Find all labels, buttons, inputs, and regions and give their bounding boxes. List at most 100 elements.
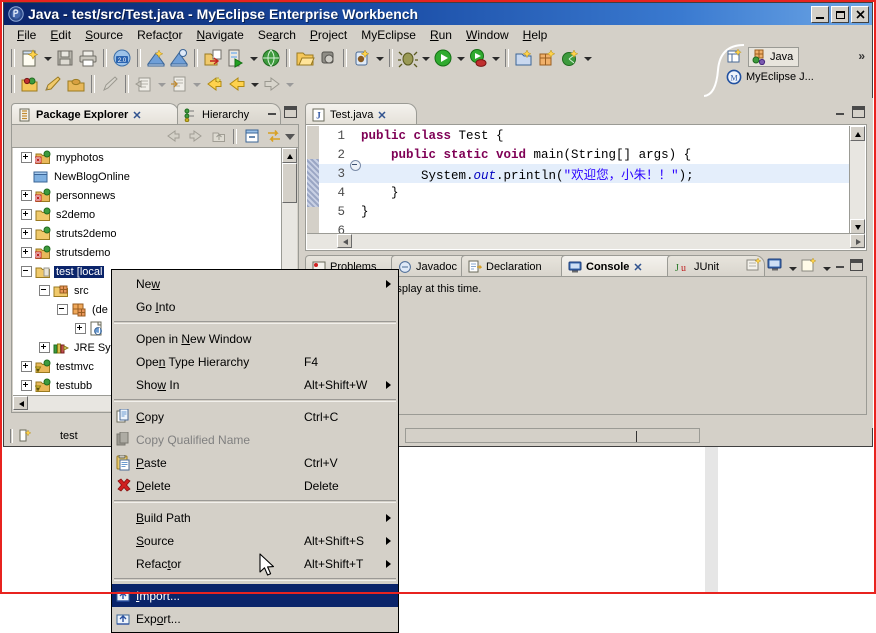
new-class-icon[interactable] xyxy=(536,47,558,69)
maximize-icon[interactable] xyxy=(852,106,865,118)
display-console-icon[interactable] xyxy=(766,257,784,273)
dropdown-arrow[interactable] xyxy=(821,257,831,273)
close-icon[interactable]: ✕ xyxy=(633,261,642,274)
scroll-up-button[interactable] xyxy=(850,126,865,141)
dropdown-arrow[interactable] xyxy=(787,257,797,273)
forward-icon[interactable] xyxy=(261,73,283,95)
open-perspective-icon[interactable] xyxy=(726,48,744,66)
menu-item-new[interactable]: New xyxy=(112,272,398,295)
dropdown-arrow[interactable] xyxy=(420,47,431,69)
scroll-left-button[interactable] xyxy=(337,234,352,248)
run-icon[interactable] xyxy=(432,47,454,69)
scroll-up-button[interactable] xyxy=(282,148,297,163)
close-button[interactable] xyxy=(851,6,869,23)
back-icon[interactable] xyxy=(226,73,248,95)
scroll-right-button[interactable] xyxy=(850,234,865,248)
menu-file[interactable]: File xyxy=(10,27,43,43)
toggle-mark-icon[interactable] xyxy=(168,73,190,95)
save-icon[interactable] xyxy=(54,47,76,69)
next-annotation-icon[interactable] xyxy=(203,73,225,95)
annotation-icon[interactable] xyxy=(133,73,155,95)
expander-plus-icon[interactable] xyxy=(39,342,50,353)
menu-refactor[interactable]: Refactor xyxy=(130,27,189,43)
menu-item-paste[interactable]: Paste Ctrl+V xyxy=(112,451,398,474)
tree-row-strutsdemo[interactable]: strutsdemo xyxy=(13,243,297,262)
expander-plus-icon[interactable] xyxy=(21,361,32,372)
menu-run[interactable]: Run xyxy=(423,27,459,43)
minimize-icon[interactable] xyxy=(834,106,847,118)
menu-item-open-in-new-window[interactable]: Open in New Window xyxy=(112,327,398,350)
menu-project[interactable]: Project xyxy=(303,27,354,43)
tab-test-java[interactable]: J Test.java ✕ xyxy=(305,103,417,126)
expander-minus-icon[interactable] xyxy=(57,304,68,315)
tree-row-myphotos[interactable]: myphotos xyxy=(13,148,297,167)
pen-icon[interactable] xyxy=(99,73,121,95)
dropdown-arrow[interactable] xyxy=(156,73,167,95)
toolbar-overflow-chevron[interactable]: » xyxy=(858,49,865,63)
editor-horizontal-scrollbar[interactable] xyxy=(307,233,865,249)
expander-plus-icon[interactable] xyxy=(21,228,32,239)
expander-plus-icon[interactable] xyxy=(75,323,86,334)
dropdown-arrow[interactable] xyxy=(42,47,53,69)
forward-icon[interactable] xyxy=(187,127,205,145)
view-menu-icon[interactable] xyxy=(284,127,296,145)
new-deployment-icon[interactable] xyxy=(145,47,167,69)
close-icon[interactable]: ✕ xyxy=(132,109,141,122)
debug-icon[interactable] xyxy=(397,47,419,69)
scroll-left-button[interactable] xyxy=(13,396,28,410)
tree-row-personnews[interactable]: personnews xyxy=(13,186,297,205)
manage-deployments-icon[interactable] xyxy=(168,47,190,69)
tree-row-newblogonline[interactable]: NewBlogOnline xyxy=(13,167,297,186)
expander-plus-icon[interactable] xyxy=(21,209,32,220)
open-folder-icon[interactable] xyxy=(19,73,41,95)
menu-item-copy[interactable]: Copy Ctrl+C xyxy=(112,405,398,428)
export-project-icon[interactable] xyxy=(202,47,224,69)
menu-item-export[interactable]: Export... xyxy=(112,607,398,630)
menu-item-import[interactable]: Import... xyxy=(112,584,398,607)
print-icon[interactable] xyxy=(77,47,99,69)
dropdown-arrow[interactable] xyxy=(490,47,501,69)
dropdown-arrow[interactable] xyxy=(284,73,295,95)
minimize-icon[interactable] xyxy=(834,259,847,271)
menu-item-show-in[interactable]: Show In Alt+Shift+W xyxy=(112,373,398,396)
menu-myeclipse[interactable]: MyEclipse xyxy=(354,27,423,43)
open-browser-icon[interactable] xyxy=(260,47,282,69)
open-console-icon[interactable] xyxy=(800,257,818,273)
menu-item-go-into[interactable]: Go Into xyxy=(112,295,398,318)
expander-plus-icon[interactable] xyxy=(21,247,32,258)
perspective-row-other[interactable]: M MyEclipse J... xyxy=(726,69,814,85)
run-server-icon[interactable] xyxy=(225,47,247,69)
dropdown-arrow[interactable] xyxy=(191,73,202,95)
menu-item-refactor[interactable]: Refactor Alt+Shift+T xyxy=(112,552,398,575)
maximize-icon[interactable] xyxy=(284,106,297,118)
link-with-editor-icon[interactable] xyxy=(265,127,283,145)
perspective-java-button[interactable]: Java xyxy=(748,47,800,67)
open-resource-icon[interactable] xyxy=(513,47,535,69)
package-icon[interactable] xyxy=(65,73,87,95)
scroll-thumb[interactable] xyxy=(282,163,297,203)
minimize-button[interactable] xyxy=(811,6,829,23)
expander-plus-icon[interactable] xyxy=(21,190,32,201)
editor-source-text[interactable]: 1 public class Test { 2 public static vo… xyxy=(319,126,850,234)
web20-icon[interactable]: 2.0 xyxy=(111,47,133,69)
back-icon[interactable] xyxy=(164,127,182,145)
dropdown-arrow[interactable] xyxy=(248,47,259,69)
menu-edit[interactable]: Edit xyxy=(43,27,78,43)
dropdown-arrow[interactable] xyxy=(582,47,593,69)
scroll-down-button[interactable] xyxy=(850,219,865,234)
menu-item-open-type-hierarchy[interactable]: Open Type Hierarchy F4 xyxy=(112,350,398,373)
expander-plus-icon[interactable] xyxy=(21,152,32,163)
expander-plus-icon[interactable] xyxy=(21,380,32,391)
tab-package-explorer[interactable]: Package Explorer ✕ xyxy=(11,103,179,126)
dropdown-arrow[interactable] xyxy=(374,47,385,69)
expander-minus-icon[interactable] xyxy=(39,285,50,296)
up-icon[interactable] xyxy=(210,127,228,145)
new-wizard-icon[interactable] xyxy=(19,47,41,69)
menu-navigate[interactable]: Navigate xyxy=(189,27,250,43)
editor-vertical-scrollbar[interactable] xyxy=(849,126,865,234)
edit-icon[interactable] xyxy=(42,73,64,95)
new-package-icon[interactable] xyxy=(559,47,581,69)
menu-item-delete[interactable]: Delete Delete xyxy=(112,474,398,497)
new-java-project-icon[interactable] xyxy=(351,47,373,69)
new-console-icon[interactable] xyxy=(745,257,763,273)
